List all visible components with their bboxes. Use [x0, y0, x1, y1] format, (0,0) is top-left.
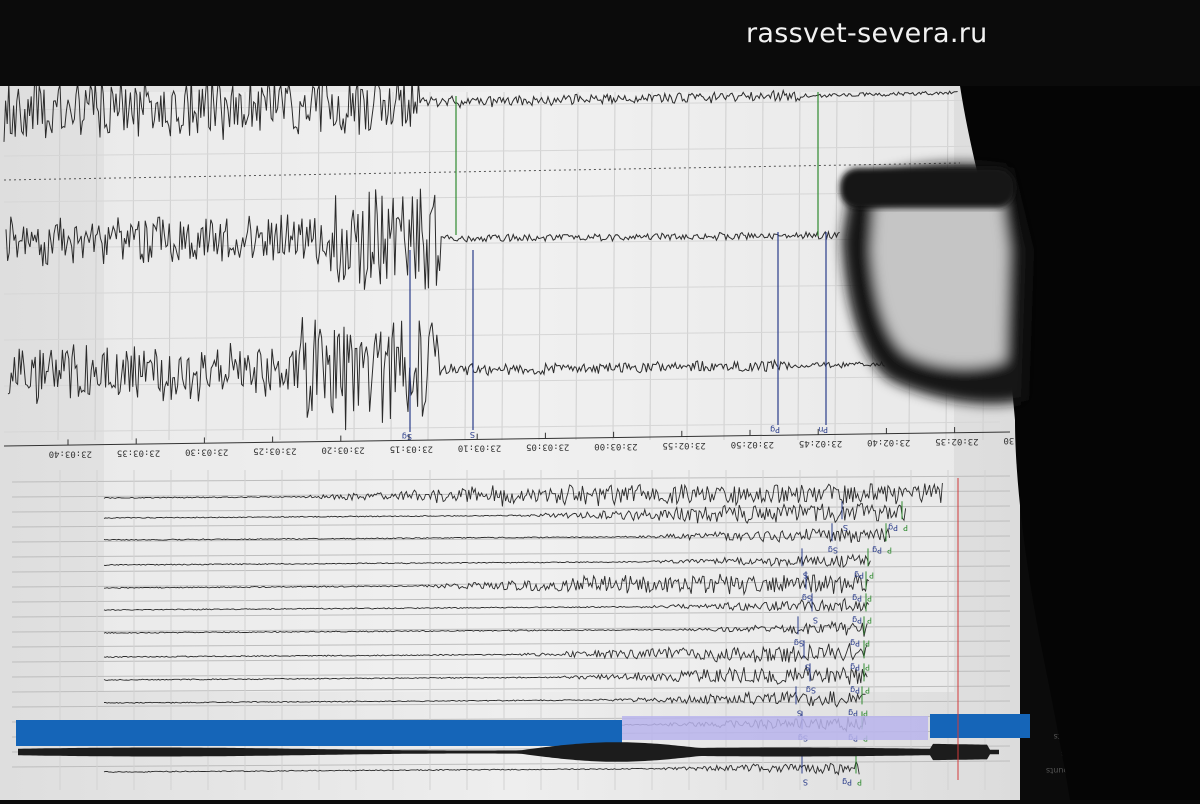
phase-label: P [887, 545, 892, 554]
phase-label: S [805, 662, 810, 671]
phase-label: P [903, 523, 908, 532]
phase-label: Pg [888, 523, 898, 532]
axis-tick-label: 23:03:25 [253, 445, 296, 455]
axis-tick-label: 23:03:00 [594, 441, 637, 451]
phase-label: Pg [854, 570, 864, 579]
lavender-bar [622, 716, 928, 740]
phase-label: S [803, 777, 808, 786]
phase-label: P [865, 638, 870, 647]
phase-label: S [813, 615, 818, 624]
axis-tick-label: 23:03:40 [49, 448, 92, 458]
phase-label: Pg [850, 662, 860, 671]
axis-tick-label: 23:02:50 [731, 439, 774, 449]
blue-bar-left [16, 720, 622, 746]
phase-label: Sg [802, 593, 812, 602]
axis-tick-label: 23:02:35 [935, 436, 978, 446]
phase-label: S [803, 570, 808, 579]
glasses-top-rim [840, 168, 1015, 208]
phase-label: P [867, 615, 872, 624]
phase-label: P [857, 777, 862, 786]
phase-label: Sg [806, 685, 816, 694]
phase-label: Pn [818, 425, 828, 434]
phase-label: Pg [852, 615, 862, 624]
phase-label: P [865, 662, 870, 671]
top-dark-band [0, 0, 1200, 86]
axis-tick-label: 23:03:10 [458, 443, 501, 453]
phase-label: Sg [402, 432, 412, 441]
axis-tick-label: 23:03:20 [321, 445, 364, 455]
phase-label: Sg [794, 638, 804, 647]
phase-label: S [843, 523, 848, 532]
blue-bar-right [930, 714, 1030, 738]
axis-tick-label: 23:03:05 [526, 442, 569, 452]
phase-label: Pg [872, 545, 882, 554]
axis-tick-label: 23:02:40 [867, 437, 910, 447]
phase-label: Pg [850, 638, 860, 647]
axis-tick-label: 23:03:15 [390, 444, 433, 454]
axis-tick-label: 23:03:35 [117, 447, 160, 457]
axis-tick-label: 23:03:30 [185, 446, 228, 456]
phase-label: Pg [852, 593, 862, 602]
phase-label: P [865, 685, 870, 694]
axis-tick-label: 23:02:55 [662, 440, 705, 450]
phase-label: S [470, 430, 475, 439]
watermark: rassvet-severa.ru [746, 18, 988, 49]
phase-label: P [869, 570, 874, 579]
photo-scene: 23:03:40 23:03:35 23:03:30 23:03:25 23:03:20… [0, 0, 1200, 800]
phase-label: P [867, 593, 872, 602]
phase-label: Pg [842, 777, 852, 786]
axis-tick-label: 23:02:45 [799, 438, 842, 448]
seismograph-screen: 23:03:40 23:03:35 23:03:30 23:03:25 23:03:20… [0, 0, 1200, 800]
phase-label: Pg [850, 685, 860, 694]
phase-label: Sg [828, 545, 838, 554]
phase-label: Pg [770, 425, 780, 434]
